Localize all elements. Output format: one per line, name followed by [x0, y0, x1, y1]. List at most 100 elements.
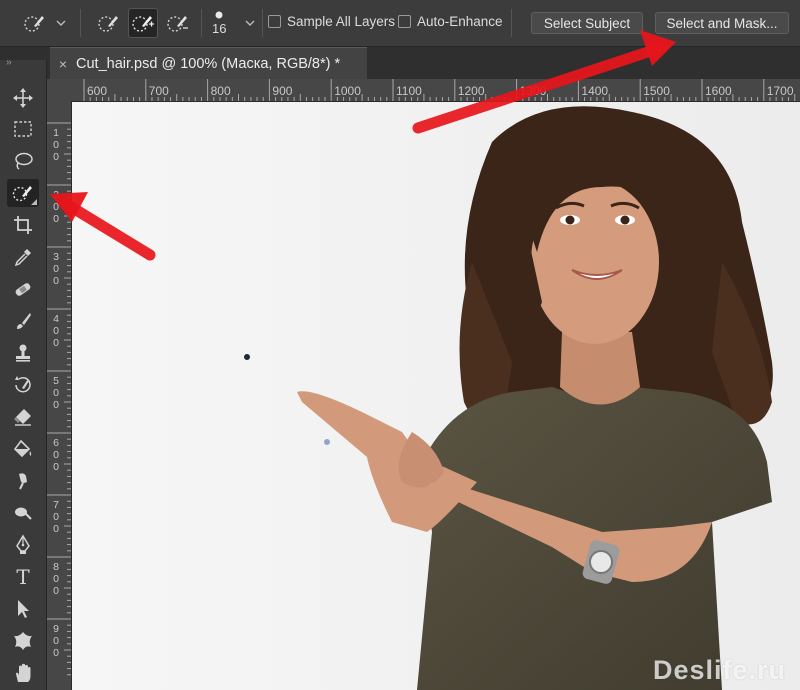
healing-tool[interactable]: [7, 275, 39, 303]
path-selection-tool[interactable]: [7, 595, 39, 623]
eraser-tool[interactable]: [7, 403, 39, 431]
ruler-label: 1000: [334, 84, 361, 98]
auto-enhance-option[interactable]: Auto-Enhance: [398, 14, 503, 29]
ruler-label: 0: [53, 201, 59, 213]
rect-marquee-icon: [14, 121, 32, 137]
quick-selection-add-icon: [132, 16, 154, 32]
document-tab[interactable]: × Cut_hair.psd @ 100% (Маска, RGB/8*) *: [50, 47, 367, 79]
ruler-label: 900: [272, 84, 293, 98]
preset-dropdown-chevron[interactable]: [56, 0, 66, 46]
custom-shape-tool[interactable]: [7, 627, 39, 655]
ruler-label: 6: [53, 437, 59, 449]
ruler-label: 0: [53, 139, 59, 151]
separator: [511, 9, 512, 37]
eyedropper-tool[interactable]: [7, 243, 39, 271]
lasso-tool[interactable]: [7, 147, 39, 175]
bandage-icon: [15, 283, 31, 296]
ruler-label: 1300: [519, 84, 547, 98]
arrow-icon: [18, 600, 29, 618]
smudge-tool[interactable]: [7, 467, 39, 495]
move-tool[interactable]: [7, 84, 39, 112]
type-tool[interactable]: T: [7, 563, 39, 591]
document-canvas[interactable]: Deslife.ru: [72, 102, 800, 690]
chevron-down-icon: [245, 20, 255, 26]
auto-enhance-checkbox[interactable]: [398, 15, 411, 28]
ruler-label: 9: [53, 623, 59, 635]
photo-woman-pointing: [72, 102, 800, 690]
eraser-icon: [14, 409, 31, 426]
ruler-label: 0: [53, 647, 59, 659]
eyedropper-icon: [14, 249, 31, 267]
dodge-icon: [15, 507, 32, 520]
ruler-label: 1400: [581, 84, 609, 98]
lasso-icon: [15, 152, 33, 170]
ruler-label: 3: [53, 251, 59, 263]
ruler-label: 800: [210, 84, 231, 98]
marquee-tool[interactable]: [7, 115, 39, 143]
stamp-tool[interactable]: [7, 339, 39, 367]
brush-size-picker[interactable]: 16: [212, 0, 226, 46]
brush-icon: [17, 313, 31, 329]
subtract-from-selection-mode[interactable]: [163, 8, 193, 38]
ruler-label: 0: [53, 461, 59, 473]
crop-tool[interactable]: [7, 211, 39, 239]
ruler-label: 0: [53, 151, 59, 163]
pen-tool[interactable]: [7, 531, 39, 559]
ruler-label: 1200: [457, 84, 485, 98]
brush-size-dropdown-chevron[interactable]: [245, 0, 255, 46]
quick-selection-tool[interactable]: [7, 179, 39, 207]
move-icon: [13, 88, 33, 108]
ruler-label: 0: [53, 449, 59, 461]
ruler-label: 1600: [705, 84, 732, 98]
new-selection-mode[interactable]: [94, 8, 124, 38]
separator: [80, 9, 81, 37]
add-to-selection-mode[interactable]: [128, 8, 158, 38]
auto-enhance-label: Auto-Enhance: [417, 14, 503, 29]
ruler-label: 0: [53, 511, 59, 523]
vertical-ruler[interactable]: 100200300400500600700800900: [47, 101, 72, 690]
stamp-icon: [16, 344, 30, 362]
ruler-label: 0: [53, 399, 59, 411]
horizontal-ruler[interactable]: 600 700 800 900 1000 1100 1200 1300 1400 1500 1600…: [72, 79, 800, 102]
ruler-label: 8: [53, 561, 59, 573]
collapse-toolbar-button[interactable]: ››: [6, 57, 12, 68]
hand-icon: [16, 663, 31, 682]
ruler-label: 0: [53, 523, 59, 535]
tools-panel: ›› T: [0, 57, 47, 690]
horizontal-ruler-ticks: [83, 79, 796, 101]
ruler-label: 0: [53, 585, 59, 597]
close-tab-button[interactable]: ×: [50, 56, 76, 72]
brush-tip-icon: [215, 11, 223, 18]
ruler-label: 7: [53, 499, 59, 511]
document-tab-strip: × Cut_hair.psd @ 100% (Маска, RGB/8*) *: [0, 47, 800, 79]
type-icon: T: [16, 565, 30, 589]
paint-bucket-icon: [13, 439, 32, 458]
watermark: Deslife.ru: [652, 655, 786, 685]
quick-selection-subtract-icon: [167, 16, 188, 32]
history-brush-icon: [15, 376, 31, 393]
history-brush-tool[interactable]: [7, 371, 39, 399]
separator: [262, 9, 263, 37]
options-bar: 16 Sample All Layers Auto-Enhance Select…: [0, 0, 800, 47]
select-and-mask-button[interactable]: Select and Mask...: [655, 12, 789, 34]
quick-selection-preset-picker[interactable]: [20, 8, 50, 38]
pen-icon: [16, 534, 30, 554]
ruler-label: 600: [87, 84, 108, 98]
ruler-label: 0: [53, 275, 59, 287]
crop-icon: [14, 216, 32, 234]
ruler-label: 1: [53, 127, 59, 139]
shape-icon: [14, 632, 32, 650]
dodge-tool[interactable]: [7, 499, 39, 527]
separator: [201, 9, 202, 37]
paint-bucket-tool[interactable]: [7, 435, 39, 463]
ruler-label: 0: [53, 387, 59, 399]
ruler-label: 4: [53, 313, 59, 325]
document-tab-title: Cut_hair.psd @ 100% (Маска, RGB/8*) *: [76, 55, 341, 72]
ruler-origin[interactable]: [47, 79, 72, 101]
chevron-down-icon: [56, 20, 66, 26]
brush-tool[interactable]: [7, 307, 39, 335]
sample-all-layers-option[interactable]: Sample All Layers: [268, 14, 395, 29]
sample-all-layers-checkbox[interactable]: [268, 15, 281, 28]
select-subject-button[interactable]: Select Subject: [531, 12, 643, 34]
hand-tool[interactable]: [7, 659, 39, 687]
